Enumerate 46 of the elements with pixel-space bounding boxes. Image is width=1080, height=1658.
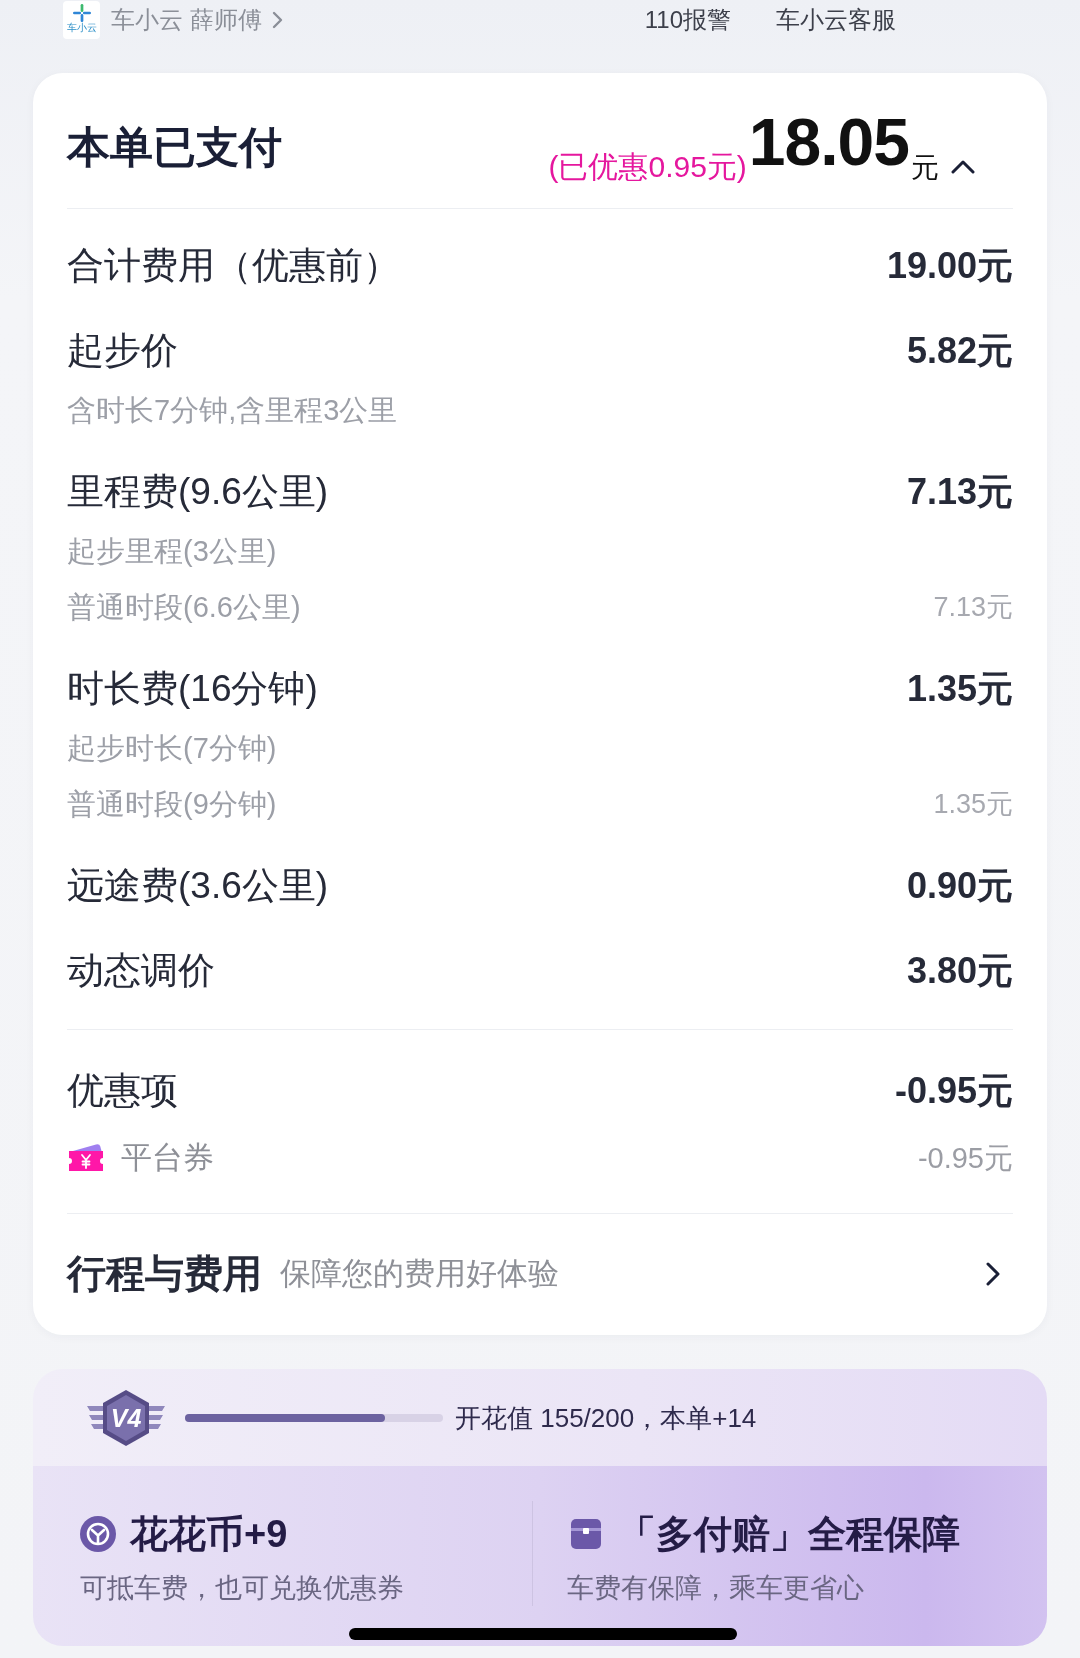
fee-detail: 起步时长(7分钟) bbox=[67, 731, 277, 766]
section-title: 行程与费用 bbox=[67, 1251, 262, 1297]
chevron-up-icon[interactable] bbox=[951, 160, 975, 174]
discount-amount: -0.95元 bbox=[894, 1069, 1013, 1113]
fee-label: 起步价 bbox=[67, 329, 178, 373]
coupon-label: 平台券 bbox=[121, 1139, 214, 1177]
top-bar-link[interactable]: 车小云客服 bbox=[776, 5, 896, 35]
discount-label: 优惠项 bbox=[67, 1069, 178, 1113]
fee-amount: 5.82元 bbox=[906, 329, 1013, 373]
fee-amount: 1.35元 bbox=[906, 667, 1013, 711]
fee-detail: 普通时段(6.6公里) bbox=[67, 590, 301, 625]
discount-note: (已优惠0.95元) bbox=[548, 149, 747, 185]
benefit-title: 「多付赔」全程保障 bbox=[618, 1512, 960, 1557]
fee-amount: 0.90元 bbox=[906, 864, 1013, 908]
fee-detail: 起步里程(3公里) bbox=[67, 534, 277, 569]
fee-label: 时长费(16分钟) bbox=[67, 667, 318, 711]
coin-icon bbox=[80, 1516, 116, 1552]
benefit-title: 花花币+9 bbox=[130, 1512, 288, 1557]
fee-label: 合计费用（优惠前） bbox=[67, 244, 400, 288]
chevron-right-icon[interactable] bbox=[986, 1262, 1000, 1286]
section-subtitle: 保障您的费用好体验 bbox=[280, 1255, 559, 1293]
chevron-right-icon bbox=[271, 11, 283, 29]
coupon-amount: -0.95元 bbox=[917, 1141, 1013, 1176]
fee-label: 动态调价 bbox=[67, 949, 215, 993]
progress-text: 开花值 155/200，本单+14 bbox=[455, 1401, 757, 1435]
fee-detail-amount: 7.13元 bbox=[933, 591, 1013, 624]
paid-title: 本单已支付 bbox=[67, 122, 282, 173]
fee-detail: 含时长7分钟,含里程3公里 bbox=[67, 393, 398, 428]
top-bar-link[interactable]: 110报警 bbox=[644, 5, 731, 35]
cross-logo-icon bbox=[72, 4, 91, 22]
ticket-icon bbox=[67, 1142, 105, 1174]
logo-text: 车小云 bbox=[66, 22, 97, 34]
fee-detail-amount: 1.35元 bbox=[933, 788, 1013, 821]
box-icon bbox=[571, 1519, 601, 1549]
benefit-subtitle: 车费有保障，乘车更省心 bbox=[567, 1572, 865, 1605]
level-label: V4 bbox=[109, 1402, 143, 1434]
fee-detail: 普通时段(9分钟) bbox=[67, 787, 277, 822]
fee-amount: 7.13元 bbox=[906, 470, 1013, 514]
paid-amount: 18.05 bbox=[748, 109, 909, 175]
benefit-subtitle: 可抵车费，也可兑换优惠券 bbox=[80, 1572, 405, 1605]
fee-amount: 3.80元 bbox=[906, 949, 1013, 993]
fee-label: 远途费(3.6公里) bbox=[67, 864, 329, 908]
shield-icon bbox=[85, 1387, 167, 1448]
currency-unit: 元 bbox=[911, 151, 939, 185]
fee-amount: 19.00元 bbox=[886, 244, 1013, 288]
fee-label: 里程费(9.6公里) bbox=[67, 470, 329, 514]
